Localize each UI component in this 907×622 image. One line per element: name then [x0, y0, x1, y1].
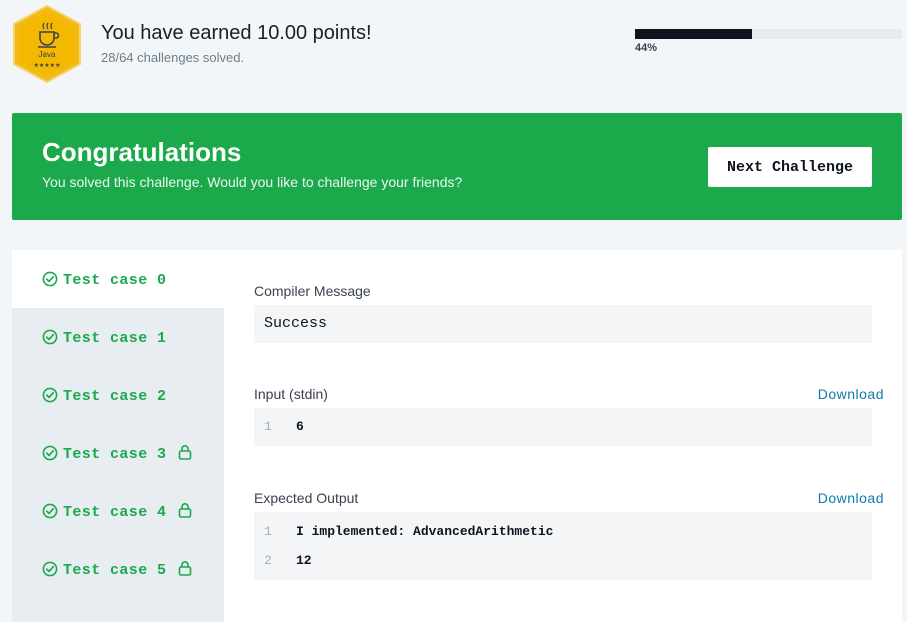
tab-label: Test case 5 — [63, 562, 167, 579]
tab-test-case-1[interactable]: Test case 1 — [12, 308, 224, 366]
line-number: 1 — [264, 419, 272, 434]
expected-code-box: 1 I implemented: AdvancedArithmetic 2 12 — [254, 512, 872, 580]
progress-bar-fill — [635, 29, 753, 39]
line-text: I implemented: AdvancedArithmetic — [296, 524, 554, 539]
tab-test-case-5[interactable]: Test case 5 — [12, 540, 224, 598]
congratulations-banner: Congratulations You solved this challeng… — [12, 113, 902, 220]
line-text: 12 — [296, 553, 312, 568]
lock-icon — [178, 445, 192, 460]
code-line: 1 6 — [254, 412, 872, 441]
tab-label: Test case 0 — [63, 272, 167, 289]
line-text: 6 — [296, 419, 304, 434]
test-case-tabs: Test case 0 Test case 1 Test case 2 Test ca… — [12, 250, 224, 622]
tab-test-case-2[interactable]: Test case 2 — [12, 366, 224, 424]
java-badge: Java ★★★★★ — [10, 4, 84, 84]
badge-language: Java — [39, 50, 56, 59]
expected-download-link[interactable]: Download — [818, 490, 884, 506]
tab-test-case-0[interactable]: Test case 0 — [12, 250, 224, 308]
tab-label: Test case 3 — [63, 446, 167, 463]
test-results-panel: Test case 0 Test case 1 Test case 2 Test ca… — [12, 250, 902, 622]
challenges-solved-count: 28/64 challenges solved. — [101, 50, 245, 65]
next-challenge-button[interactable]: Next Challenge — [708, 147, 872, 187]
banner-message: You solved this challenge. Would you lik… — [42, 174, 463, 190]
lock-icon — [178, 561, 192, 576]
badge-stars: ★★★★★ — [34, 62, 61, 69]
compiler-message-label: Compiler Message — [254, 283, 371, 299]
tab-label: Test case 4 — [63, 504, 167, 521]
line-number: 1 — [264, 524, 272, 539]
points-earned-title: You have earned 10.00 points! — [101, 22, 372, 44]
progress-bar — [635, 29, 902, 39]
check-circle-icon — [42, 561, 58, 577]
input-code-box: 1 6 — [254, 408, 872, 446]
input-label: Input (stdin) — [254, 386, 328, 402]
expected-output-label: Expected Output — [254, 490, 359, 506]
check-circle-icon — [42, 329, 58, 345]
tab-test-case-3[interactable]: Test case 3 — [12, 424, 224, 482]
input-download-link[interactable]: Download — [818, 386, 884, 402]
check-circle-icon — [42, 387, 58, 403]
code-line: 2 12 — [254, 546, 872, 575]
check-circle-icon — [42, 271, 58, 287]
banner-title: Congratulations — [42, 137, 242, 167]
compiler-message-box: Success — [254, 305, 872, 343]
tab-label: Test case 2 — [63, 388, 167, 405]
line-number: 2 — [264, 553, 272, 568]
progress-percent: 44% — [635, 42, 658, 54]
check-circle-icon — [42, 503, 58, 519]
test-case-details: Compiler Message Success Input (stdin) D… — [224, 250, 902, 622]
code-line: 1 I implemented: AdvancedArithmetic — [254, 517, 872, 546]
tab-test-case-4[interactable]: Test case 4 — [12, 482, 224, 540]
tab-label: Test case 1 — [63, 330, 167, 347]
lock-icon — [178, 503, 192, 518]
check-circle-icon — [42, 445, 58, 461]
